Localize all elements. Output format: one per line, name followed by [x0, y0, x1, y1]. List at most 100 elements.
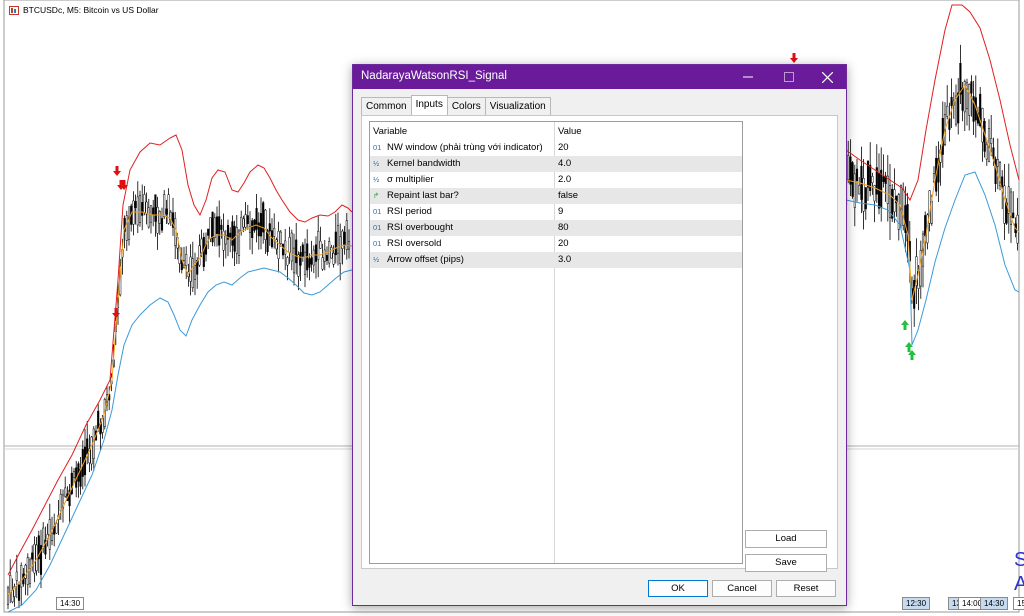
- param-name-cell: 01 RSI overbought: [373, 220, 553, 236]
- candle-body: [246, 215, 249, 225]
- corner-text-1: S: [1014, 549, 1024, 571]
- candle-body: [11, 590, 14, 603]
- indicator-properties-dialog: NadarayaWatsonRSI_Signal Common Inputs C…: [352, 64, 847, 606]
- candle-body: [154, 194, 157, 222]
- candle-body: [209, 217, 212, 240]
- ok-button[interactable]: OK: [648, 580, 708, 597]
- param-value-cell[interactable]: false: [558, 188, 578, 204]
- time-axis-label: 12:30: [902, 597, 931, 610]
- candle-body: [149, 205, 153, 223]
- maximize-button[interactable]: [774, 65, 804, 89]
- candle-body: [319, 240, 322, 249]
- int-type-icon: 01: [373, 143, 382, 152]
- candle-body: [321, 257, 324, 270]
- candle-body: [202, 237, 205, 267]
- candle-body: [156, 206, 159, 234]
- tab-common[interactable]: Common: [361, 97, 412, 116]
- close-icon: [821, 71, 833, 83]
- param-value-cell[interactable]: 80: [558, 220, 569, 236]
- param-row[interactable]: 01 RSI oversold 20: [370, 236, 742, 252]
- param-row[interactable]: ↱ Repaint last bar? false: [370, 188, 742, 204]
- dialog-titlebar[interactable]: NadarayaWatsonRSI_Signal: [353, 65, 846, 89]
- minimize-button[interactable]: [733, 65, 763, 89]
- dialog-title: NadarayaWatsonRSI_Signal: [361, 70, 507, 82]
- candle-body: [229, 232, 232, 238]
- candle-body: [193, 265, 197, 280]
- candle-body: [961, 87, 964, 111]
- inputs-table[interactable]: Variable Value 01 NW window (phải trùng v…: [369, 121, 743, 564]
- column-header-value[interactable]: Value: [558, 124, 582, 140]
- candle-body: [284, 240, 287, 255]
- candle-body: [862, 178, 865, 212]
- candle-body: [985, 144, 988, 160]
- candle-body: [15, 571, 18, 581]
- candle-body: [303, 251, 307, 275]
- candle-body: [17, 584, 21, 601]
- candle-body: [968, 84, 971, 116]
- candle-body: [948, 118, 951, 130]
- param-row[interactable]: ½ σ multiplier 2.0: [370, 172, 742, 188]
- lower-band-line: [7, 267, 353, 613]
- candle-body: [257, 222, 260, 237]
- param-value-cell[interactable]: 20: [558, 236, 569, 252]
- candle-body: [220, 224, 223, 230]
- candle-body: [90, 436, 93, 465]
- candle-body: [218, 216, 221, 246]
- save-button[interactable]: Save: [745, 554, 827, 572]
- candle-body: [233, 225, 236, 252]
- candle-body: [145, 201, 148, 215]
- candle-body: [136, 196, 139, 226]
- candle-body: [1016, 214, 1019, 244]
- param-row[interactable]: 01 RSI period 9: [370, 204, 742, 220]
- candle-body: [965, 82, 969, 109]
- reset-button[interactable]: Reset: [776, 580, 836, 597]
- time-axis-label: 14:30: [980, 597, 1009, 610]
- candle-body: [141, 202, 144, 216]
- candle-body: [42, 527, 45, 547]
- candle-body: [97, 410, 100, 429]
- sell-arrow-icon: [790, 53, 798, 63]
- candle-body: [855, 168, 859, 182]
- param-value-cell[interactable]: 9: [558, 204, 563, 220]
- param-name-cell: 01 RSI oversold: [373, 236, 553, 252]
- param-value-cell[interactable]: 3.0: [558, 252, 571, 268]
- candle-body: [330, 247, 333, 259]
- param-value-cell[interactable]: 20: [558, 140, 569, 156]
- param-row[interactable]: ½ Kernel bandwidth 4.0: [370, 156, 742, 172]
- inputs-panel: Variable Value 01 NW window (phải trùng v…: [361, 115, 838, 572]
- candle-body: [288, 237, 291, 253]
- candle-body: [242, 218, 245, 228]
- candle-body: [259, 213, 263, 237]
- candle-body: [871, 176, 874, 184]
- int-type-icon: 01: [373, 207, 382, 216]
- param-name: RSI overbought: [387, 222, 454, 233]
- candle-body: [994, 158, 997, 185]
- candle-body: [147, 207, 150, 228]
- candle-body: [251, 220, 254, 238]
- candle-body: [959, 62, 962, 95]
- candle-body: [235, 227, 238, 254]
- candle-body: [297, 254, 300, 277]
- param-row[interactable]: 01 NW window (phải trùng với indicator) 20: [370, 140, 742, 156]
- param-row[interactable]: ½ Arrow offset (pips) 3.0: [370, 252, 742, 268]
- column-header-variable[interactable]: Variable: [373, 124, 553, 140]
- time-axis-label: 15: [1013, 597, 1024, 610]
- tab-visualization[interactable]: Visualization: [484, 97, 551, 116]
- candle-body: [160, 218, 164, 231]
- load-button[interactable]: Load: [745, 530, 827, 548]
- param-value-cell[interactable]: 4.0: [558, 156, 571, 172]
- candle-body: [880, 169, 883, 209]
- tab-colors[interactable]: Colors: [446, 97, 486, 116]
- close-button[interactable]: [812, 65, 842, 89]
- candle-body: [237, 230, 241, 256]
- param-value-cell[interactable]: 2.0: [558, 172, 571, 188]
- candle-body: [28, 559, 32, 584]
- chart-title-text: BTCUSDc, M5: Bitcoin vs US Dollar: [23, 5, 159, 15]
- cancel-button[interactable]: Cancel: [712, 580, 772, 597]
- param-row[interactable]: 01 RSI overbought 80: [370, 220, 742, 236]
- candle-body: [31, 552, 34, 560]
- candle-body: [919, 250, 922, 287]
- candle-body: [174, 218, 177, 246]
- tab-inputs[interactable]: Inputs: [410, 95, 448, 116]
- candle-body: [1001, 176, 1004, 188]
